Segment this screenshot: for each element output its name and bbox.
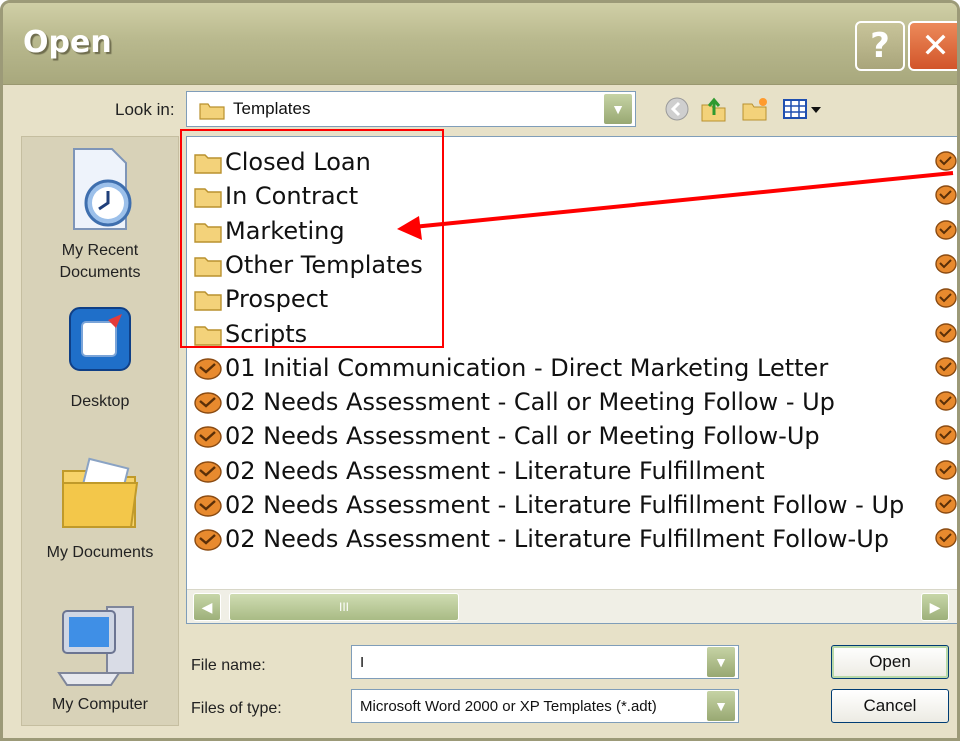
new-folder-icon[interactable] [741,95,769,123]
place-my-documents[interactable]: My Documents [22,437,178,564]
my-documents-icon [62,457,139,528]
help-icon: ? [870,26,890,66]
close-icon: ✕ [921,26,950,66]
scroll-left-button[interactable]: ◀ [193,593,221,621]
folder-icon [199,103,225,120]
place-desktop[interactable]: Desktop [22,302,178,413]
place-my-recent-documents[interactable]: My Recent Documents [22,145,178,284]
word-template-icon[interactable] [935,492,957,516]
word-template-icon[interactable] [935,423,957,447]
look-in-value: Templates [233,99,311,118]
files-of-type-dropdown-button[interactable]: ▼ [706,690,736,722]
scroll-right-button[interactable]: ▶ [921,593,949,621]
word-template-icon[interactable] [935,183,957,207]
file-name: 02 Needs Assessment - Call or Meeting Fo… [225,422,820,451]
chevron-left-icon: ◀ [201,598,213,615]
word-template-icon[interactable] [935,389,957,413]
word-template-icon [194,392,222,414]
places-bar: My Recent Documents Desktop My Documents [21,136,179,726]
my-computer-icon [57,606,134,686]
scrollbar-thumb[interactable]: III [229,593,459,621]
word-template-icon [194,358,222,380]
recent-documents-icon [73,148,132,230]
word-template-icon[interactable] [935,355,957,379]
cancel-button[interactable]: Cancel [831,689,949,723]
desktop-icon [69,307,131,371]
template-file-row[interactable]: 02 Needs Assessment - Call or Meeting Fo… [193,385,835,419]
look-in-dropdown-button[interactable]: ▼ [603,93,633,125]
place-label: My Recent Documents [59,242,141,281]
word-template-icon [194,529,222,551]
file-name-dropdown-button[interactable]: ▼ [706,646,736,678]
file-name-input[interactable]: I ▼ [351,645,739,679]
up-folder-icon[interactable] [699,95,727,123]
chevron-right-icon: ▶ [929,598,941,615]
file-name: 02 Needs Assessment - Literature Fulfill… [225,491,905,519]
file-name: 01 Initial Communication - Direct Market… [225,353,829,382]
word-template-icon[interactable] [935,458,957,482]
horizontal-scrollbar[interactable]: ◀ III ▶ [187,589,957,623]
word-template-icon [194,495,222,517]
word-template-icon[interactable] [935,286,957,310]
open-dialog: Open ? ✕ Look in: Templates ▼ My Recent … [0,0,960,741]
place-my-computer[interactable]: My Computer [22,597,178,716]
chevron-down-icon: ▼ [611,101,625,117]
word-template-icon[interactable] [935,526,957,550]
template-file-row[interactable]: 02 Needs Assessment - Call or Meeting Fo… [193,419,820,453]
files-of-type-value: Microsoft Word 2000 or XP Templates (*.a… [360,697,657,715]
file-name: 02 Needs Assessment - Literature Fulfill… [225,456,765,485]
chevron-down-icon: ▼ [714,654,728,670]
template-file-row[interactable]: 01 Initial Communication - Direct Market… [193,351,828,385]
chevron-down-icon: ▼ [714,698,728,714]
template-file-row[interactable]: 02 Needs Assessment - Literature Fulfill… [193,522,889,556]
look-in-combobox[interactable]: Templates ▼ [186,91,636,127]
close-button[interactable]: ✕ [908,21,957,71]
open-button[interactable]: Open [831,645,949,679]
word-template-icon[interactable] [935,321,957,345]
file-name: 02 Needs Assessment - Call or Meeting Fo… [225,388,835,417]
word-template-icon[interactable] [935,218,957,242]
look-in-label: Look in: [115,100,175,119]
word-template-icon[interactable] [935,149,957,173]
files-of-type-label: Files of type: [191,700,282,717]
word-template-icon [194,460,222,483]
place-label: My Computer [51,696,149,713]
help-button[interactable]: ? [855,21,905,71]
window-title: Open [23,25,112,60]
back-icon[interactable] [663,95,691,123]
scrollbar-grip: III [338,600,349,614]
word-template-icon[interactable] [935,252,957,276]
place-label: My Documents [46,544,154,561]
template-file-row[interactable]: 02 Needs Assessment - Literature Fulfill… [193,488,904,522]
title-bar[interactable]: Open ? ✕ [3,3,957,85]
file-name-value: I [360,653,365,671]
word-template-icon [194,426,222,449]
annotation-highlight-box [180,129,444,348]
template-file-row[interactable]: 02 Needs Assessment - Literature Fulfill… [193,454,765,488]
file-name: 02 Needs Assessment - Literature Fulfill… [225,525,890,554]
file-name-label: File name: [191,657,266,674]
place-label: Desktop [70,393,130,410]
files-of-type-select[interactable]: Microsoft Word 2000 or XP Templates (*.a… [351,689,739,723]
views-menu-icon[interactable] [781,95,823,123]
